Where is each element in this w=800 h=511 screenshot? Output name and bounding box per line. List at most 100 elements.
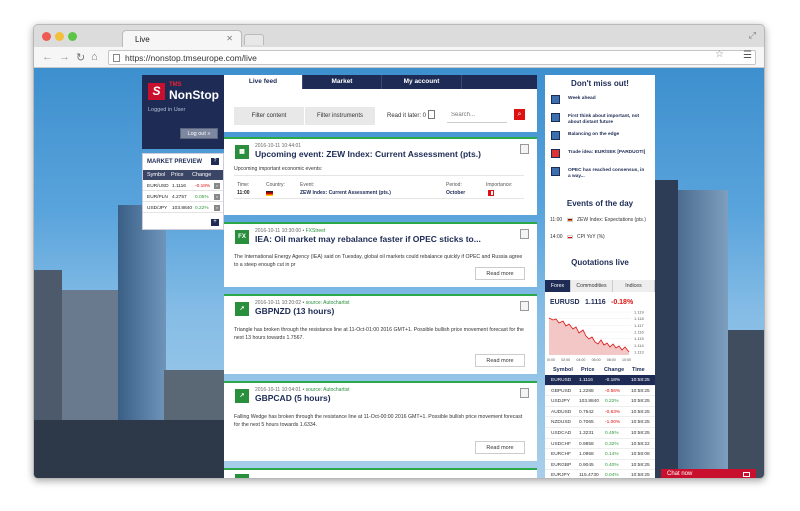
minimize-window-button[interactable] xyxy=(55,32,64,41)
read-more-button[interactable]: Read more xyxy=(475,441,525,454)
close-tab-icon[interactable]: ✕ xyxy=(226,34,233,43)
quote-row[interactable]: NZDUSD 0.7065 -1.00% 10:58:25 xyxy=(545,417,655,428)
chat-icon xyxy=(743,472,750,477)
row-symbol: USDJPY xyxy=(551,399,570,405)
browser-tab[interactable]: Live ✕ xyxy=(122,30,242,47)
dont-miss-item[interactable]: Trade idea: EUR/SEK [PARDUOTI] xyxy=(551,149,651,165)
menu-icon[interactable]: ☰ xyxy=(743,50,752,61)
read-more-button[interactable]: Read more xyxy=(475,267,525,280)
nonstop-logo[interactable]: S xyxy=(148,83,165,100)
read-later-counter[interactable]: Read it later: 0 xyxy=(387,113,426,119)
logged-in-label: Logged in User xyxy=(148,107,186,113)
dont-miss-item[interactable]: Balancing on the edge xyxy=(551,131,651,147)
add-instrument-button[interactable]: + xyxy=(211,219,219,226)
dont-miss-text: Balancing on the edge xyxy=(568,132,620,137)
search-button[interactable]: ⌕ xyxy=(514,109,525,120)
bookmark-star-icon[interactable]: ☆ xyxy=(715,49,724,60)
row-symbol: AUDUSD xyxy=(551,409,572,415)
tab-market[interactable]: Market xyxy=(303,75,382,89)
logout-button[interactable]: Log out » xyxy=(180,128,218,139)
x-tick-label: 00:00 xyxy=(547,358,555,362)
tab-live-feed[interactable]: Live feed xyxy=(224,75,303,89)
row-symbol: EURGBP xyxy=(551,462,572,468)
search-input[interactable] xyxy=(447,108,507,123)
chart-up-icon: ↗ xyxy=(235,389,249,403)
close-window-button[interactable] xyxy=(42,32,51,41)
chart-up-icon xyxy=(235,474,249,478)
row-symbol: USDCAD xyxy=(551,431,572,436)
tab-indices[interactable]: Indices xyxy=(613,280,655,292)
save-icon[interactable] xyxy=(520,144,529,154)
event-item[interactable]: 11:00 ZEW Index: Expectations (pts.) xyxy=(550,217,650,231)
price-chart[interactable]: 1.1191.118 1.117 1.1161.115 1.114 1.113 00:00… xyxy=(547,309,653,363)
save-icon[interactable] xyxy=(520,301,529,311)
dont-miss-item[interactable]: Week ahead xyxy=(551,95,651,111)
row-symbol: GBPUSD xyxy=(551,388,572,394)
article-icon xyxy=(551,167,560,176)
bookmark-icon[interactable] xyxy=(428,110,435,119)
event-item[interactable]: 14:00 CPI YoY (%) xyxy=(550,234,650,248)
forward-icon[interactable]: → xyxy=(59,51,70,63)
right-sidebar: Don't miss out! Events of the day Quotat… xyxy=(545,75,655,479)
dont-miss-text: Week ahead xyxy=(568,96,596,101)
quote-row[interactable]: USDCAD 1.3231 0.45% 10:58:25 xyxy=(545,428,655,439)
new-tab-button[interactable] xyxy=(244,34,264,45)
reload-icon[interactable]: ↻ xyxy=(76,51,85,64)
remove-icon[interactable]: × xyxy=(214,205,220,211)
brand-panel: S TMS NonStop Logged in User Log out » xyxy=(142,75,224,149)
tab-forex[interactable]: Forex xyxy=(545,280,571,292)
row-change: -0.63% xyxy=(605,409,621,415)
quote-row[interactable]: EURCHF 1.0958 0.14% 10:58:08 xyxy=(545,449,655,460)
quote-row[interactable]: GBPUSD 1.2288 -0.56% 10:58:25 xyxy=(545,386,655,397)
remove-icon[interactable]: × xyxy=(214,183,220,189)
background-building xyxy=(678,190,728,478)
tab-commodities[interactable]: Commodities xyxy=(571,280,613,292)
quote-row[interactable]: USDJPY 103.8840 0.22% 10:58:25 xyxy=(545,396,655,407)
market-preview-row[interactable]: EUR/PLN 4.2757 0.05% × xyxy=(143,192,223,202)
row-price: 0.9858 xyxy=(579,441,594,447)
event-time: 11:00 xyxy=(237,190,250,196)
address-bar[interactable]: https://nonstop.tmseurope.com/live xyxy=(108,50,756,65)
fullscreen-icon[interactable]: ⤢ xyxy=(749,30,756,41)
feed-card-analysis: ↗ 2016-10-11 10:04:01 • source: Autochar… xyxy=(224,381,537,461)
quote-row[interactable]: AUDUSD 0.7542 -0.63% 10:58:25 xyxy=(545,407,655,418)
help-icon[interactable]: ? xyxy=(211,158,219,165)
fx-source-icon: FX xyxy=(235,230,249,244)
col-price: Price xyxy=(581,367,595,373)
remove-icon[interactable]: × xyxy=(214,194,220,200)
filter-instruments-button[interactable]: Filter instruments xyxy=(305,107,375,125)
filter-content-button[interactable]: Filter content xyxy=(234,107,304,125)
quote-row[interactable]: USDCHF 0.9858 0.32% 10:58:22 xyxy=(545,439,655,450)
back-icon[interactable]: ← xyxy=(42,51,53,63)
chat-now-button[interactable]: Chat now xyxy=(661,469,756,478)
logo-name: NonStop xyxy=(169,88,219,102)
col-symbol: Symbol xyxy=(147,172,166,178)
quote-row[interactable]: EURGBP 0.9045 0.40% 10:58:25 xyxy=(545,460,655,471)
x-tick-label: 02:00 xyxy=(561,358,570,362)
card-title[interactable]: GBPNZD (13 hours) xyxy=(255,306,334,316)
save-icon[interactable] xyxy=(520,229,529,239)
row-price: 0.7542 xyxy=(579,409,594,415)
web-page: S TMS NonStop Logged in User Log out » M… xyxy=(34,68,764,479)
home-icon[interactable]: ⌂ xyxy=(91,51,98,63)
quote-row[interactable]: EURJPY 115.4730 0.04% 10:58:25 xyxy=(545,470,655,479)
event-name: CPI YoY (%) xyxy=(577,234,605,240)
card-title[interactable]: Upcoming event: ZEW Index: Current Asses… xyxy=(255,149,481,159)
feed-card-partial xyxy=(224,468,537,478)
card-title[interactable]: GBPCAD (5 hours) xyxy=(255,393,331,403)
dont-miss-item[interactable]: First think about important, not about d… xyxy=(551,113,651,129)
feed-card-event: ▦ 2016-10-11 10:44:01 Upcoming event: ZE… xyxy=(224,137,537,215)
row-change: 0.22% xyxy=(605,399,619,405)
tab-my-account[interactable]: My account xyxy=(382,75,462,89)
quote-row[interactable]: EURUSD 1.1116 -0.18% 10:58:25 xyxy=(545,375,655,386)
event-table: Time: 11:00 Country: Event: ZEW Index: C… xyxy=(234,175,524,199)
maximize-window-button[interactable] xyxy=(68,32,77,41)
market-preview-row[interactable]: USD/JPY 103.8840 0.22% × xyxy=(143,203,223,213)
dont-miss-item[interactable]: OPEC has reached consensus, in a way... xyxy=(551,167,651,183)
save-icon[interactable] xyxy=(520,388,529,398)
article-icon xyxy=(551,131,560,140)
market-preview-row[interactable]: EUR/USD 1.1116 -0.18% × xyxy=(143,181,223,191)
card-title[interactable]: IEA: Oil market may rebalance faster if … xyxy=(255,234,481,244)
row-symbol: EURJPY xyxy=(551,473,570,479)
read-more-button[interactable]: Read more xyxy=(475,354,525,367)
